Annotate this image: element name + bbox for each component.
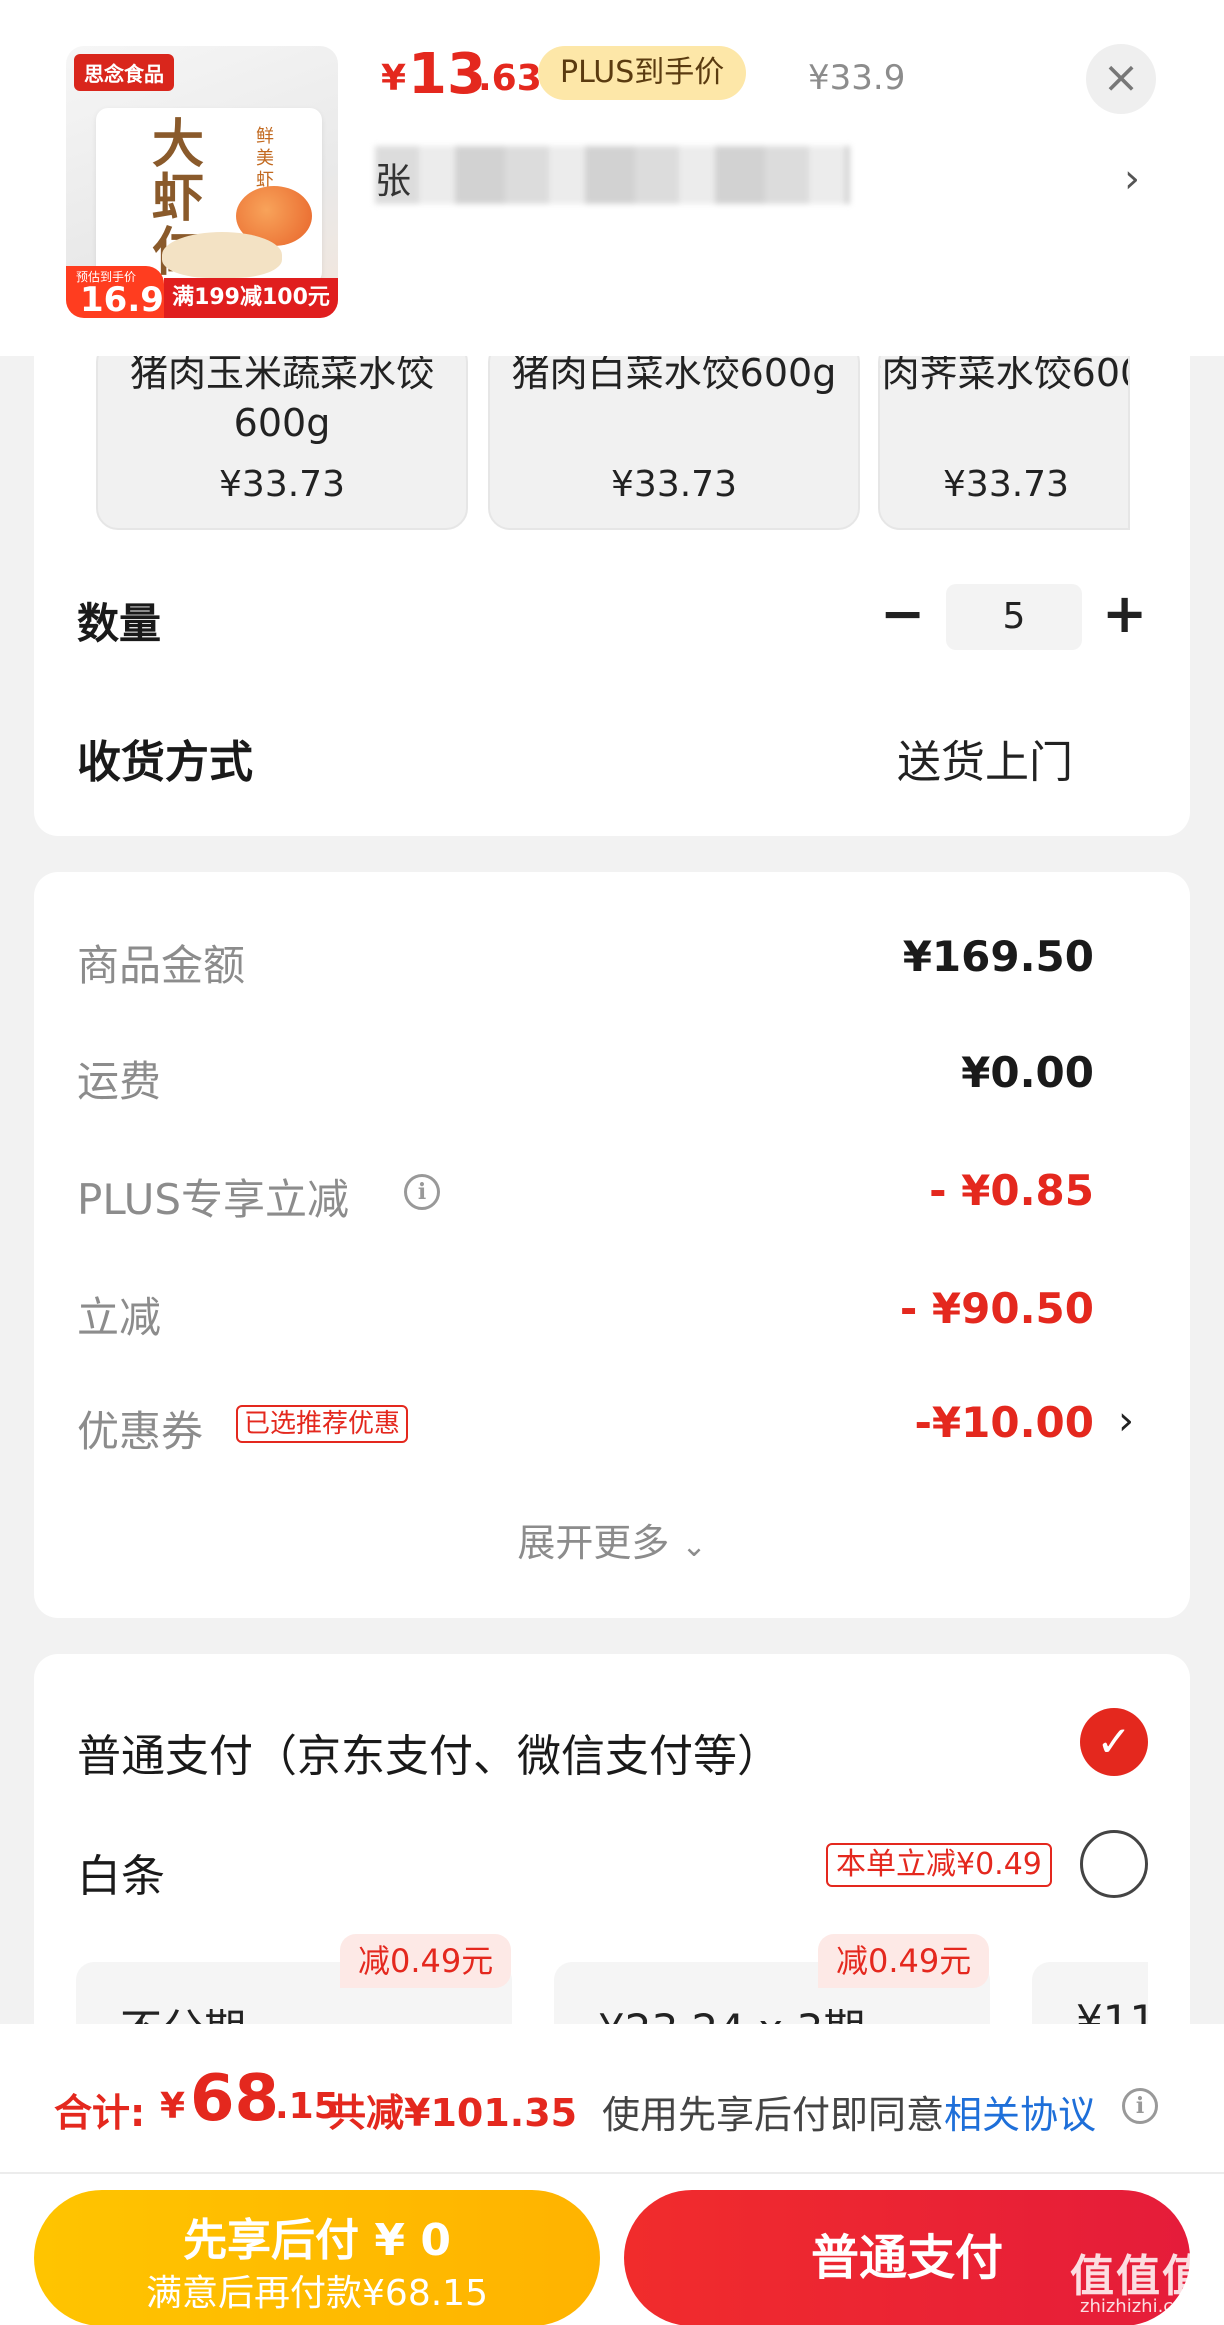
image-deal-banner: 满199减100元	[164, 278, 338, 318]
chevron-down-icon: ⌄	[681, 1529, 707, 1564]
chevron-right-icon[interactable]: ›	[1118, 1398, 1134, 1444]
plus-price-tag: PLUS到手价	[538, 46, 747, 100]
pay-later-button[interactable]: 先享后付 ¥ 0 满意后再付款¥68.15	[34, 2190, 600, 2325]
quantity-label: 数量	[77, 599, 162, 648]
installment-badge: 减0.49元	[340, 1934, 512, 1988]
shipping-method[interactable]: 送货上门	[897, 726, 1073, 790]
goods-amount-label: 商品金额	[77, 941, 246, 990]
coupon-recommend-tag: 已选推荐优惠	[236, 1405, 409, 1443]
installment-badge: 减0.49元	[818, 1934, 990, 1988]
coupon-value[interactable]: -¥10.00	[914, 1398, 1094, 1447]
variant-name: 猪肉玉米蔬菜水饺600g	[129, 351, 434, 445]
total-integer: 68	[190, 2062, 280, 2136]
expand-more-button[interactable]: 展开更多 ⌄	[0, 1512, 1224, 1567]
normal-payment-option[interactable]: 普通支付（京东支付、微信支付等）	[77, 1720, 781, 1784]
checked-radio-icon[interactable]: ✓	[1080, 1708, 1148, 1776]
variant-price: ¥33.73	[943, 464, 1069, 505]
freight-value: ¥0.00	[961, 1048, 1094, 1097]
selected-spec-blurred[interactable]	[375, 146, 850, 204]
total-currency: ¥	[160, 2086, 186, 2127]
watermark-url: zhizhizhi.com	[1080, 2296, 1202, 2317]
baitiao-discount-tag: 本单立减¥0.49	[826, 1843, 1052, 1887]
plus-discount-value: - ¥0.85	[929, 1166, 1094, 1215]
quantity-decrease-button[interactable]: −	[880, 586, 925, 646]
agreement-text: 使用先享后付即同意相关协议	[602, 2093, 1097, 2137]
product-thumbnail[interactable]: 思念食品 大虾仁 鲜美虾仁水饺 预估到手价 16.9 满199减100元	[66, 46, 338, 318]
baitiao-payment-option[interactable]: 白条	[77, 1840, 165, 1904]
pay-later-subtitle: 满意后再付款¥68.15	[146, 2273, 488, 2314]
total-label: 合计:	[54, 2091, 146, 2135]
info-icon[interactable]: i	[1122, 2088, 1158, 2124]
selected-spec-text: 张	[375, 161, 412, 202]
variant-price: ¥33.73	[219, 464, 345, 505]
quantity-increase-button[interactable]: +	[1102, 586, 1147, 646]
pay-later-title: 先享后付 ¥ 0	[183, 2215, 451, 2266]
original-price: ¥33.9	[808, 58, 906, 98]
agreement-link[interactable]: 相关协议	[944, 2093, 1096, 2137]
dumpling-illustration	[162, 232, 282, 278]
watermark: 值值值	[1070, 2251, 1208, 2302]
shipping-label: 收货方式	[77, 737, 253, 788]
price-decimal: .63	[478, 58, 542, 99]
instant-discount-value: - ¥90.50	[899, 1284, 1094, 1333]
divider	[0, 2172, 1224, 2174]
info-icon[interactable]: i	[404, 1174, 440, 1210]
close-button[interactable]: ×	[1086, 44, 1156, 114]
brand-logo: 思念食品	[74, 54, 174, 91]
close-icon: ×	[1102, 52, 1140, 103]
instant-discount-label: 立减	[77, 1293, 162, 1342]
freight-label: 运费	[77, 1057, 162, 1106]
plus-discount-label: PLUS专享立减	[77, 1175, 350, 1224]
price-integer: 13	[408, 42, 486, 107]
unchecked-radio-icon[interactable]	[1080, 1830, 1148, 1898]
image-price-badge: 预估到手价 16.9	[66, 266, 164, 318]
chevron-right-icon[interactable]: ›	[1124, 156, 1140, 202]
coupon-label: 优惠券	[77, 1407, 204, 1456]
variant-option[interactable]: 猪肉荠菜水饺600g ¥33.73	[878, 340, 1130, 530]
price-currency: ¥	[381, 58, 407, 99]
variant-option[interactable]: 猪肉白菜水饺600g ¥33.73	[488, 340, 860, 530]
total-saved: 共减¥101.35	[328, 2091, 578, 2135]
goods-amount-value: ¥169.50	[902, 932, 1094, 981]
quantity-input[interactable]: 5	[946, 584, 1082, 650]
variant-price: ¥33.73	[611, 464, 737, 505]
variant-option[interactable]: 猪肉玉米蔬菜水饺600g ¥33.73	[96, 340, 468, 530]
